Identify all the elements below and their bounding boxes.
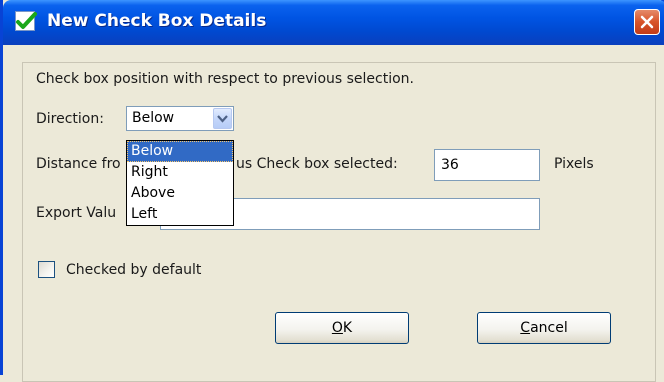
export-value-label: Export Valu xyxy=(36,205,117,221)
dropdown-option-above[interactable]: Above xyxy=(127,183,233,204)
checked-by-default-checkbox[interactable] xyxy=(38,261,55,278)
green-check-icon xyxy=(15,11,37,31)
distance-value: 36 xyxy=(441,157,459,173)
instruction-text: Check box position with respect to previ… xyxy=(36,71,415,87)
dropdown-option-right[interactable]: Right xyxy=(127,162,233,183)
cancel-label-rest: ancel xyxy=(530,320,568,336)
cancel-button[interactable]: Cancel xyxy=(477,312,611,344)
close-button[interactable] xyxy=(634,9,660,35)
close-icon xyxy=(640,15,654,29)
distance-label-start: Distance fro xyxy=(36,156,121,172)
title-bar[interactable]: New Check Box Details xyxy=(3,0,664,45)
distance-label-end: us Check box selected: xyxy=(236,156,398,172)
pixels-unit-label: Pixels xyxy=(554,156,594,172)
window-title: New Check Box Details xyxy=(47,11,267,31)
direction-value: Below xyxy=(132,110,175,126)
chevron-down-icon[interactable] xyxy=(213,108,232,129)
direction-select[interactable]: Below xyxy=(126,106,234,131)
distance-input[interactable]: 36 xyxy=(434,149,540,181)
dropdown-option-left[interactable]: Left xyxy=(127,204,233,225)
direction-dropdown-list[interactable]: Below Right Above Left xyxy=(126,140,234,226)
direction-label: Direction: xyxy=(36,111,104,127)
dropdown-option-below[interactable]: Below xyxy=(127,141,233,162)
ok-mnemonic: O xyxy=(331,320,343,336)
ok-button[interactable]: OK xyxy=(275,312,409,344)
cancel-mnemonic: C xyxy=(520,320,531,336)
checked-by-default-label[interactable]: Checked by default xyxy=(66,262,201,278)
ok-label-rest: K xyxy=(342,320,353,336)
